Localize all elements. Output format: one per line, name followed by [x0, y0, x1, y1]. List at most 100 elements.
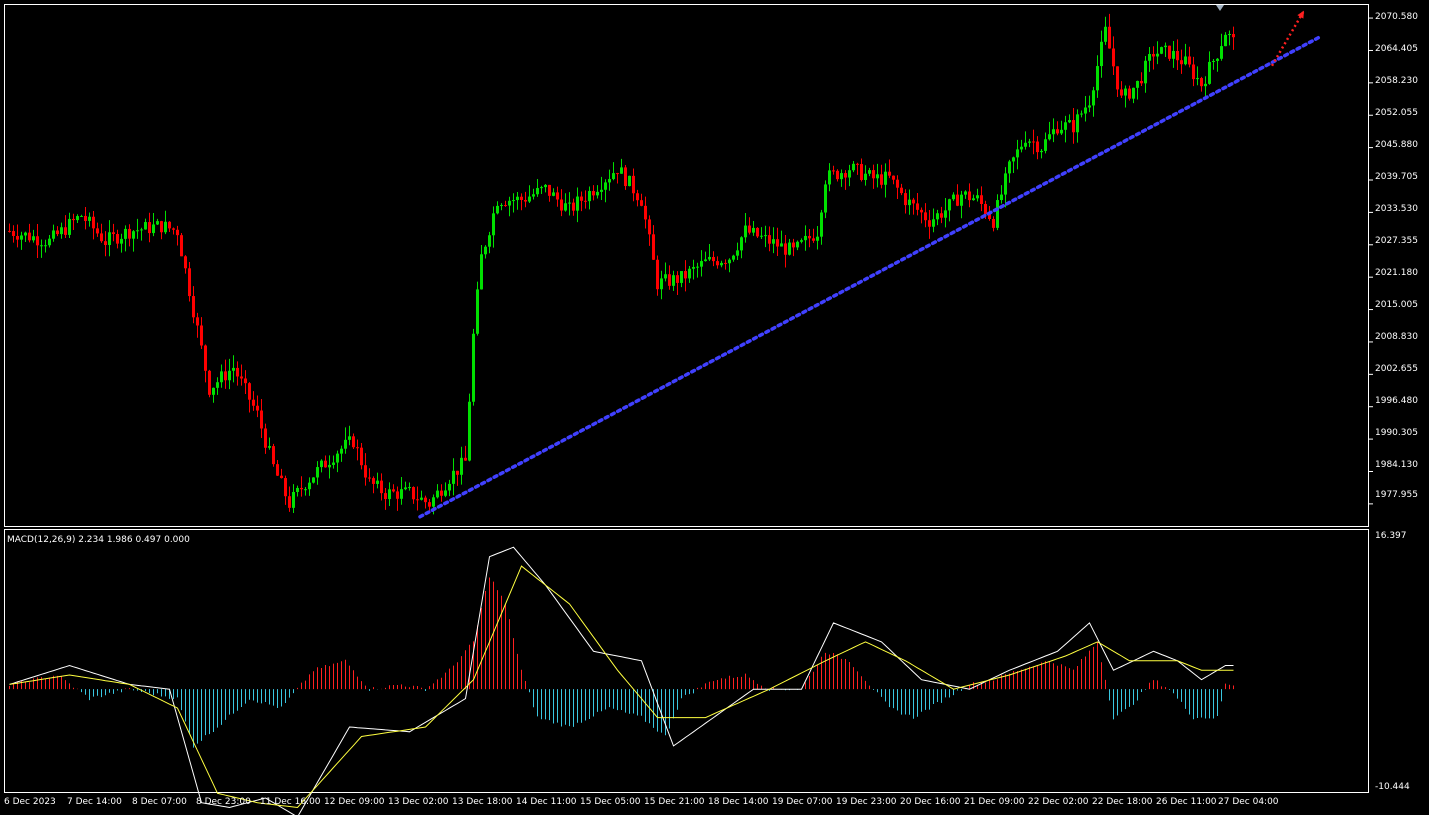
candle-body — [572, 202, 575, 211]
candle-body — [1088, 105, 1091, 108]
candle-body — [1112, 48, 1115, 67]
candle-body — [1108, 26, 1111, 49]
candle-body — [716, 261, 719, 266]
candle-body — [980, 195, 983, 204]
candle-body — [356, 447, 359, 449]
candle-body — [464, 457, 467, 461]
candle-body — [1128, 88, 1131, 99]
candle-body — [768, 235, 771, 244]
candle-body — [1024, 142, 1027, 147]
axis-ticks — [1369, 17, 1373, 505]
candle-body — [184, 256, 187, 269]
candle-body — [864, 173, 867, 181]
candle-body — [256, 405, 259, 411]
candle-body — [284, 478, 287, 497]
price-panel-frame — [4, 4, 1369, 527]
candle-body — [296, 487, 299, 492]
candle-body — [76, 216, 79, 221]
candle-body — [668, 274, 671, 286]
candle-body — [452, 470, 455, 484]
macd-min-label: -10.444 — [1375, 782, 1410, 792]
candle-body — [396, 491, 399, 499]
candle-body — [84, 215, 87, 221]
candle-body — [248, 383, 251, 400]
price-label: 2021.180 — [1375, 268, 1418, 278]
candle-body — [804, 235, 807, 241]
candle-body — [316, 467, 319, 478]
candle-body — [100, 233, 103, 242]
candle-body — [1160, 47, 1163, 54]
candle-body — [1100, 41, 1103, 67]
candle-body — [220, 371, 223, 383]
candle-body — [544, 184, 547, 188]
candle-body — [140, 229, 143, 231]
candle-body — [568, 202, 571, 204]
candle-body — [908, 199, 911, 206]
candle-body — [1048, 134, 1051, 140]
forecast-arrow-line — [1270, 9, 1306, 67]
candle-body — [1196, 78, 1199, 80]
candle-body — [152, 224, 155, 234]
candle-body — [836, 170, 839, 180]
candle-body — [540, 187, 543, 189]
candle-body — [1204, 83, 1207, 87]
candle-body — [524, 199, 527, 202]
price-label: 2039.705 — [1375, 172, 1418, 182]
candle-body — [688, 268, 691, 279]
candle-body — [1180, 60, 1183, 65]
time-label: 6 Dec 2023 — [4, 797, 56, 807]
candle-body — [204, 345, 207, 371]
candle-body — [148, 222, 151, 234]
candle-body — [216, 382, 219, 388]
candle-body — [600, 189, 603, 192]
candle-body — [1064, 122, 1067, 130]
candle-body — [1228, 34, 1231, 36]
candle-body — [252, 399, 255, 406]
candle-body — [112, 232, 115, 235]
candle-body — [332, 462, 335, 465]
candle-body — [1176, 50, 1179, 61]
candle-body — [1124, 88, 1127, 96]
price-label: 2052.055 — [1375, 108, 1418, 118]
candle-body — [1120, 89, 1123, 96]
candle-body — [1036, 141, 1039, 153]
candle-body — [480, 254, 483, 290]
candle-body — [780, 243, 783, 247]
candle-body — [628, 175, 631, 187]
candle-body — [144, 222, 147, 230]
candle-body — [1212, 60, 1215, 62]
candle-body — [1168, 45, 1171, 59]
candle-body — [1008, 161, 1011, 174]
candle-body — [1032, 141, 1035, 143]
candle-body — [232, 367, 235, 371]
trading-chart[interactable] — [0, 0, 1429, 815]
candle-body — [372, 478, 375, 484]
candle-body — [504, 205, 507, 207]
candle-body — [448, 483, 451, 491]
candle-body — [1028, 141, 1031, 143]
candle-body — [684, 271, 687, 279]
candle-body — [664, 274, 667, 279]
candle-body — [468, 401, 471, 461]
candle-body — [52, 230, 55, 239]
price-label: 2027.355 — [1375, 236, 1418, 246]
candle-body — [952, 194, 955, 200]
candle-body — [108, 232, 111, 246]
candle-body — [368, 477, 371, 479]
candle-body — [700, 261, 703, 267]
candle-body — [136, 230, 139, 232]
candle-body — [828, 170, 831, 185]
price-label: 2064.405 — [1375, 44, 1418, 54]
candle-body — [416, 499, 419, 501]
price-label: 2045.880 — [1375, 140, 1418, 150]
candle-body — [528, 196, 531, 202]
trendline-group[interactable] — [418, 9, 1322, 519]
candle-body — [852, 163, 855, 171]
candle-body — [608, 179, 611, 183]
candle-body — [912, 199, 915, 204]
candle-body — [616, 173, 619, 175]
candle-body — [156, 221, 159, 225]
candle-body — [976, 195, 979, 199]
candle-body — [376, 480, 379, 484]
candle-body — [956, 194, 959, 206]
